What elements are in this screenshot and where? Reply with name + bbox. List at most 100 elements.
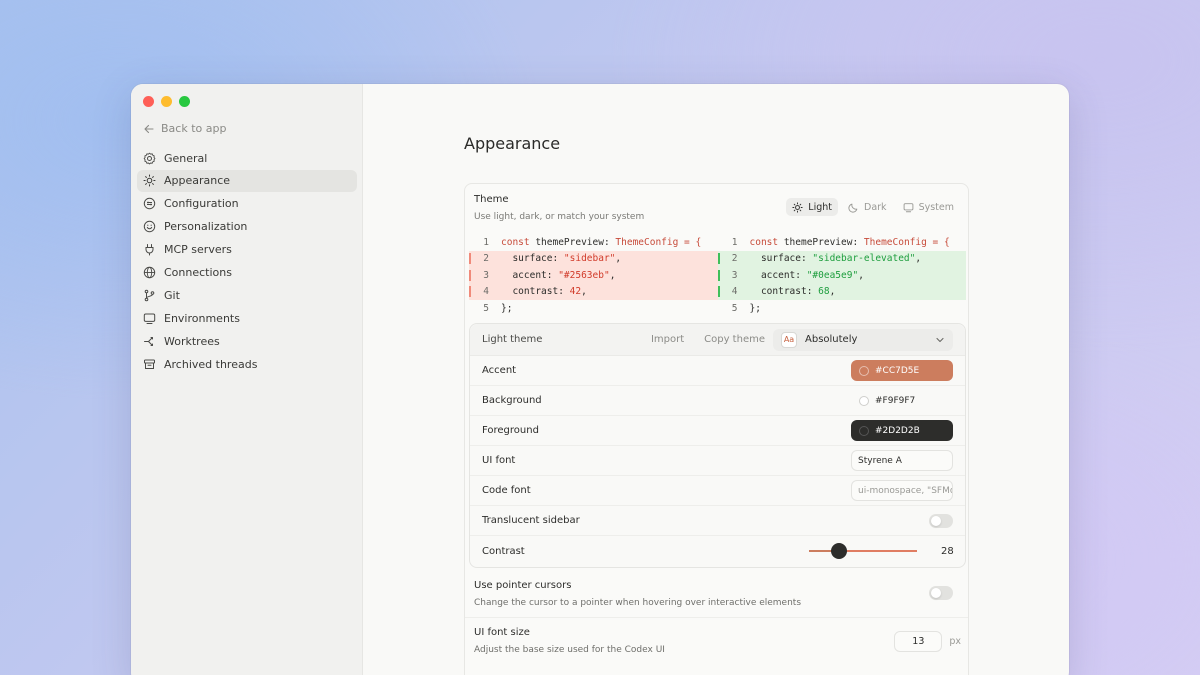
theme-header: Theme Use light, dark, or match your sys… bbox=[474, 194, 644, 222]
theme-diff-preview: 1 const themePreview: ThemeConfig = { 2 s… bbox=[469, 234, 966, 316]
globe-icon bbox=[143, 266, 156, 279]
code-font-label: Code font bbox=[482, 485, 531, 496]
pointer-cursors-toggle[interactable] bbox=[929, 586, 953, 600]
sidebar-item-label: Worktrees bbox=[164, 334, 220, 348]
theme-title: Theme bbox=[474, 194, 509, 205]
settings-window: Back to app General Appearance Configura… bbox=[131, 84, 1069, 675]
close-window-button[interactable] bbox=[143, 96, 154, 107]
sidebar-item-configuration[interactable]: Configuration bbox=[137, 193, 357, 215]
code-token: "sidebar" bbox=[563, 253, 616, 265]
theme-font-select[interactable]: Aa Absolutely bbox=[773, 328, 953, 351]
accent-color-picker[interactable]: #CC7D5E bbox=[851, 360, 953, 381]
code-line: 1 const themePreview: ThemeConfig = { bbox=[718, 234, 967, 251]
sun-icon bbox=[792, 201, 803, 213]
sidebar-item-environments[interactable]: Environments bbox=[137, 307, 357, 329]
line-number: 1 bbox=[483, 236, 489, 248]
foreground-label: Foreground bbox=[482, 425, 539, 436]
code-token: themePreview: bbox=[529, 236, 616, 248]
background-color-picker[interactable]: #F9F9F7 bbox=[851, 390, 953, 411]
ui-font-size-title: UI font size bbox=[474, 627, 530, 638]
pointer-cursors-option: Use pointer cursors Change the cursor to… bbox=[474, 580, 961, 608]
sidebar-item-label: Configuration bbox=[164, 197, 239, 211]
code-font-input[interactable]: ui-monospace, "SFMono-Regular" bbox=[851, 480, 953, 501]
light-theme-header: Light theme Import Copy theme Aa Absolut… bbox=[470, 324, 965, 356]
line-number: 3 bbox=[717, 269, 750, 281]
sidebar-item-connections[interactable]: Connections bbox=[137, 261, 357, 283]
code-line: 1 const themePreview: ThemeConfig = { bbox=[469, 234, 718, 251]
sidebar-item-mcp-servers[interactable]: MCP servers bbox=[137, 239, 357, 261]
font-select-value: Absolutely bbox=[805, 334, 858, 345]
sidebar-item-git[interactable]: Git bbox=[137, 284, 357, 306]
foreground-color-picker[interactable]: #2D2D2B bbox=[851, 420, 953, 441]
code-line: 5}; bbox=[718, 300, 967, 317]
code-line-added: 3 accent: "#0ea5e9", bbox=[717, 267, 966, 284]
settings-nav: General Appearance Configuration Persona… bbox=[137, 147, 357, 376]
smile-icon bbox=[143, 220, 156, 233]
accent-label: Accent bbox=[482, 365, 517, 376]
back-to-app-link[interactable]: Back to app bbox=[143, 122, 226, 135]
translucent-sidebar-toggle[interactable] bbox=[929, 513, 953, 528]
code-token: ThemeConfig bbox=[863, 236, 927, 248]
ui-font-input[interactable]: Styrene A bbox=[851, 450, 953, 471]
zoom-window-button[interactable] bbox=[179, 96, 190, 107]
code-token: contrast: bbox=[749, 286, 819, 298]
sidebar-item-appearance[interactable]: Appearance bbox=[137, 169, 357, 192]
monitor-icon bbox=[143, 313, 156, 324]
code-token: accent: bbox=[749, 269, 807, 281]
contrast-slider-handle[interactable] bbox=[831, 543, 847, 559]
contrast-slider[interactable] bbox=[809, 543, 917, 559]
import-button[interactable]: Import bbox=[651, 334, 684, 345]
code-token: "sidebar-elevated" bbox=[812, 253, 916, 265]
code-token: surface: bbox=[501, 253, 564, 265]
code-token: , bbox=[915, 253, 922, 265]
code-token: , bbox=[829, 286, 836, 298]
code-token: ThemeConfig bbox=[615, 236, 679, 248]
back-label: Back to app bbox=[161, 122, 227, 135]
sidebar-item-general[interactable]: General bbox=[137, 147, 357, 169]
theme-mode-light[interactable]: Light bbox=[786, 198, 839, 216]
code-token: surface: bbox=[749, 253, 813, 265]
theme-mode-label: System bbox=[918, 201, 954, 213]
code-token: "#0ea5e9" bbox=[806, 269, 859, 281]
code-token: , bbox=[609, 269, 616, 281]
accent-value: #CC7D5E bbox=[875, 365, 920, 376]
ui-font-label: UI font bbox=[482, 455, 516, 466]
plug-icon bbox=[145, 244, 154, 256]
background-value: #F9F9F7 bbox=[875, 395, 916, 406]
copy-theme-button[interactable]: Copy theme bbox=[704, 334, 765, 345]
line-number: 5 bbox=[483, 302, 489, 314]
background-label: Background bbox=[482, 395, 542, 406]
code-line-added: 2 surface: "sidebar-elevated", bbox=[717, 250, 966, 267]
sidebar-item-label: MCP servers bbox=[164, 243, 232, 257]
pointer-cursors-control bbox=[929, 586, 953, 600]
theme-mode-dark[interactable]: Dark bbox=[842, 198, 893, 216]
code-line-removed: 2 surface: "sidebar", bbox=[469, 250, 718, 267]
code-token: 68 bbox=[818, 286, 830, 298]
sidebar-item-label: Personalization bbox=[164, 220, 248, 234]
code-token: }; bbox=[501, 302, 513, 314]
gear-icon bbox=[143, 152, 156, 164]
code-token: , bbox=[615, 253, 622, 265]
sidebar-item-label: Archived threads bbox=[164, 357, 258, 371]
code-token: themePreview: bbox=[778, 236, 864, 248]
sidebar-item-archived-threads[interactable]: Archived threads bbox=[137, 353, 357, 375]
code-token: const bbox=[749, 236, 779, 248]
line-number: 5 bbox=[731, 302, 738, 314]
code-line-removed: 3 accent: "#2563eb", bbox=[469, 267, 718, 284]
ui-font-size-control: 13 px bbox=[894, 631, 961, 652]
ui-font-size-unit: px bbox=[949, 636, 961, 647]
sidebar: Back to app General Appearance Configura… bbox=[131, 84, 363, 675]
color-dot bbox=[859, 395, 869, 406]
code-line-removed: 4 contrast: 42, bbox=[469, 283, 718, 300]
minimize-window-button[interactable] bbox=[161, 96, 172, 107]
ui-font-size-option: UI font size Adjust the base size used f… bbox=[474, 627, 961, 655]
diff-left-pane: 1 const themePreview: ThemeConfig = { 2 s… bbox=[469, 234, 718, 316]
translucent-sidebar-label: Translucent sidebar bbox=[482, 515, 580, 526]
window-controls bbox=[143, 96, 190, 107]
ui-font-size-input[interactable]: 13 bbox=[894, 631, 943, 652]
sidebar-item-worktrees[interactable]: Worktrees bbox=[137, 330, 357, 352]
theme-mode-system[interactable]: System bbox=[897, 198, 960, 216]
sidebar-item-personalization[interactable]: Personalization bbox=[137, 216, 357, 238]
contrast-control: 28 bbox=[809, 543, 954, 559]
code-token: 42 bbox=[569, 286, 582, 298]
